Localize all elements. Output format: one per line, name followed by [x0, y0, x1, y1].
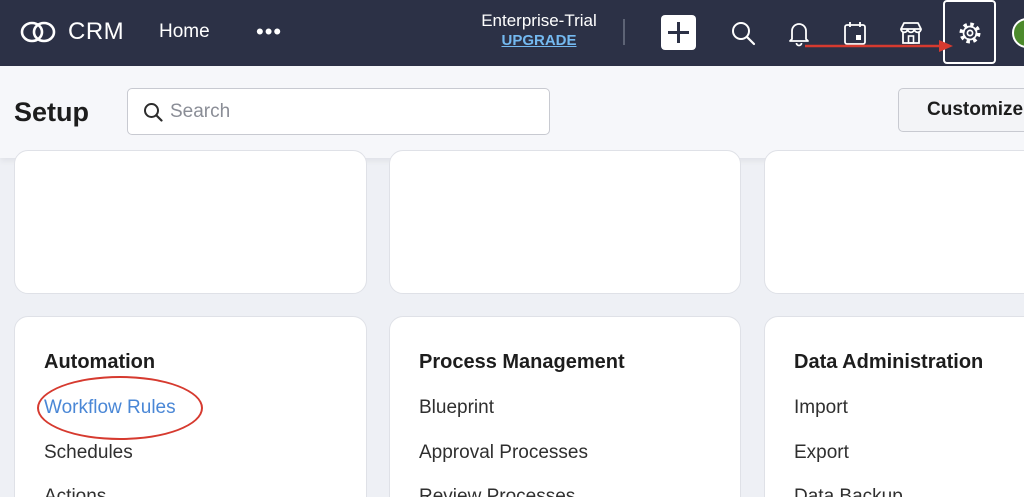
nav-home-link[interactable]: Home [159, 21, 210, 43]
process-management-card: Process Management Blueprint Approval Pr… [389, 316, 741, 497]
topbar-divider [623, 19, 625, 45]
setup-gear-button[interactable] [943, 0, 996, 64]
annotation-arrow [805, 40, 953, 52]
approval-processes-link[interactable]: Approval Processes [419, 442, 588, 464]
card-title: Automation [44, 351, 156, 373]
card-title: Process Management [419, 351, 625, 373]
app-logo-text[interactable]: CRM [68, 18, 124, 46]
blueprint-link[interactable]: Blueprint [419, 397, 494, 419]
more-menu-icon[interactable]: ••• [256, 21, 282, 43]
create-new-button[interactable] [661, 15, 696, 50]
setup-header: Setup Customize [0, 66, 1024, 158]
page-title: Setup [14, 97, 90, 127]
top-navigation-bar: CRM Home ••• Enterprise-Trial UPGRADE [0, 0, 1024, 66]
data-backup-link[interactable]: Data Backup [794, 486, 903, 497]
export-link[interactable]: Export [794, 442, 849, 464]
setup-card [14, 150, 367, 294]
setup-card [764, 150, 1024, 294]
zoho-rings-icon[interactable] [20, 19, 56, 45]
user-avatar[interactable] [1012, 18, 1024, 48]
import-link[interactable]: Import [794, 397, 848, 419]
edition-label: Enterprise-Trial [481, 11, 597, 30]
review-processes-link[interactable]: Review Processes [419, 486, 575, 497]
setup-search-input[interactable] [170, 98, 530, 126]
setup-search-box[interactable] [127, 88, 550, 135]
card-title: Data Administration [794, 351, 984, 373]
plus-icon [668, 22, 689, 43]
gear-icon [959, 22, 981, 44]
search-icon [732, 22, 756, 46]
upgrade-link[interactable]: UPGRADE [462, 31, 616, 50]
annotation-circle [37, 376, 203, 440]
setup-card [389, 150, 741, 294]
automation-card: Automation Workflow Rules Schedules Acti… [14, 316, 367, 497]
actions-link[interactable]: Actions [44, 486, 106, 497]
data-administration-card: Data Administration Import Export Data B… [764, 316, 1024, 497]
search-icon [144, 103, 163, 122]
customize-button[interactable]: Customize [898, 88, 1024, 132]
global-search-button[interactable] [728, 18, 758, 48]
trial-info: Enterprise-Trial UPGRADE [462, 11, 616, 50]
schedules-link[interactable]: Schedules [44, 442, 133, 464]
